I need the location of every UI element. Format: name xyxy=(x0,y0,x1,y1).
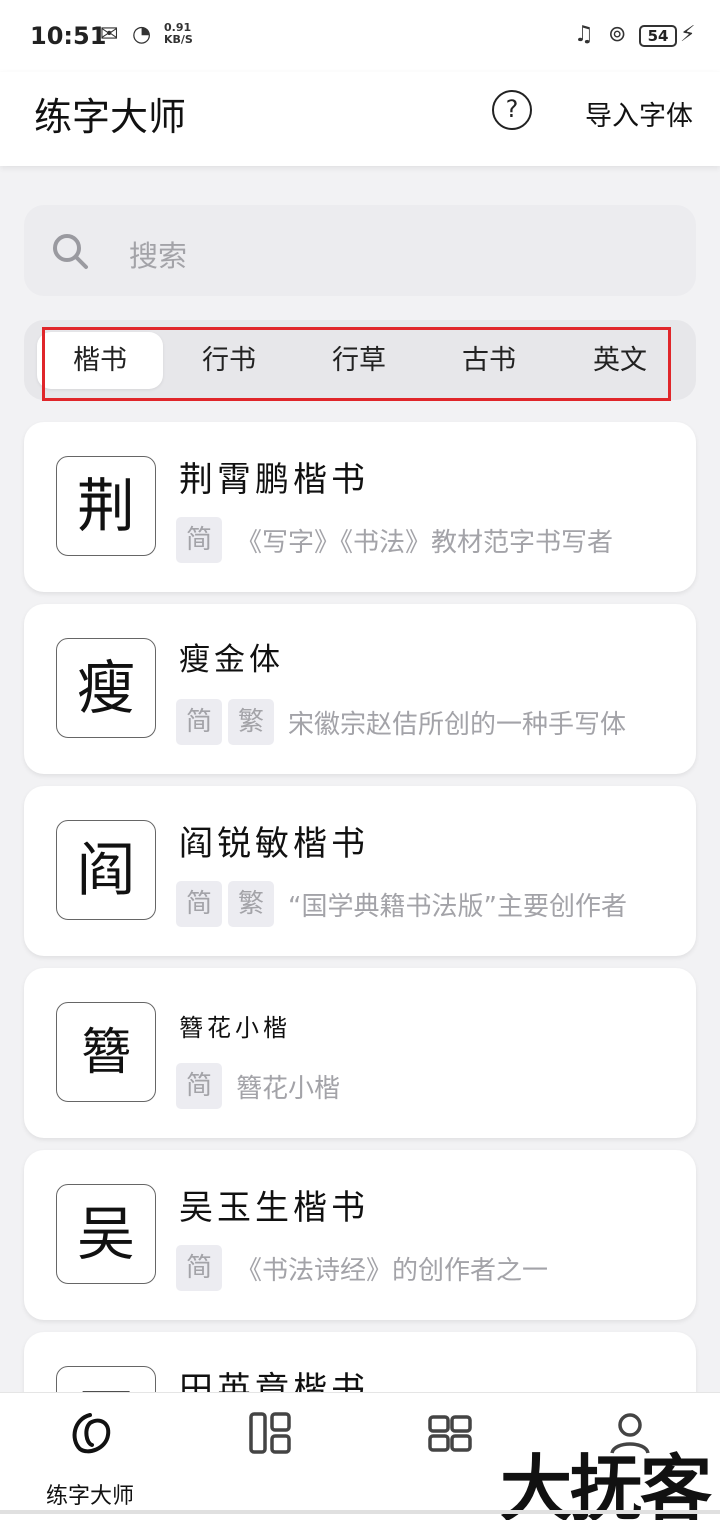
nav-item-profile[interactable] xyxy=(540,1393,720,1520)
tab-english[interactable]: 英文 xyxy=(557,332,683,389)
bottom-nav: 练字大师 xyxy=(0,1392,720,1520)
grid-icon xyxy=(428,1415,472,1452)
font-preview-thumb: 荆 xyxy=(56,456,156,556)
font-tags: 简 《写字》《书法》教材范字书写者 xyxy=(176,517,613,563)
tag-simplified: 简 xyxy=(176,699,222,745)
system-nav-bar xyxy=(0,1510,720,1514)
tab-xingshu[interactable]: 行书 xyxy=(166,332,292,389)
notification-icon: ✉ xyxy=(100,22,119,47)
font-name: 簪花小楷 xyxy=(179,1014,291,1042)
font-description: 《写字》《书法》教材范字书写者 xyxy=(236,527,614,558)
question-circle-icon: ? xyxy=(505,95,519,123)
app-bar: 练字大师 ? 导入字体 xyxy=(0,72,720,166)
font-preview-thumb: 瘦 xyxy=(56,638,156,738)
nav-item-grid[interactable] xyxy=(360,1393,540,1520)
brush-logo-icon xyxy=(72,1413,111,1454)
status-bar: 10:51 ✉ ◔ 0.91 KB/S ♫ ⊚ 54 ⚡ xyxy=(0,0,720,72)
font-description: 宋徽宗赵佶所创的一种手写体 xyxy=(288,709,627,740)
font-card[interactable]: 瘦 瘦金体 简 繁 宋徽宗赵佶所创的一种手写体 xyxy=(24,604,696,774)
wifi-icon: ◔ xyxy=(132,22,152,47)
tag-simplified: 简 xyxy=(176,881,222,927)
font-name: 阎锐敏楷书 xyxy=(179,824,369,864)
font-description: 簪花小楷 xyxy=(236,1073,341,1104)
mute-icon: ♫ xyxy=(574,22,594,47)
network-speed-unit: KB/S xyxy=(164,33,193,46)
font-card[interactable]: 阎 阎锐敏楷书 简 繁 “国学典籍书法版”主要创作者 xyxy=(24,786,696,956)
tab-xingcao[interactable]: 行草 xyxy=(296,332,422,389)
font-card[interactable]: 簪 簪花小楷 简 簪花小楷 xyxy=(24,968,696,1138)
network-speed: 0.91 KB/S xyxy=(164,22,193,46)
font-tags: 简 繁 宋徽宗赵佶所创的一种手写体 xyxy=(176,699,626,745)
charging-icon: ⚡ xyxy=(680,22,696,47)
font-preview-thumb: 阎 xyxy=(56,820,156,920)
battery-indicator: 54 xyxy=(639,25,677,47)
font-card[interactable]: 荆 荆霄鹏楷书 简 《写字》《书法》教材范字书写者 xyxy=(24,422,696,592)
font-tags: 简 《书法诗经》的创作者之一 xyxy=(176,1245,548,1291)
tag-simplified: 简 xyxy=(176,1063,222,1109)
nav-item-layout[interactable] xyxy=(180,1393,360,1520)
font-name: 吴玉生楷书 xyxy=(179,1188,369,1228)
font-card[interactable]: 吴 吴玉生楷书 简 《书法诗经》的创作者之一 xyxy=(24,1150,696,1320)
layout-icon xyxy=(249,1412,291,1454)
nav-label-home: 练字大师 xyxy=(45,1484,134,1509)
help-button[interactable]: ? xyxy=(492,90,532,130)
lock-rotation-icon: ⊚ xyxy=(608,22,627,47)
tab-gushu[interactable]: 古书 xyxy=(426,332,552,389)
search-placeholder: 搜索 xyxy=(129,239,188,273)
font-name: 荆霄鹏楷书 xyxy=(179,460,369,500)
style-tabs: 楷书 行书 行草 古书 英文 xyxy=(24,320,696,400)
profile-icon xyxy=(610,1413,650,1454)
search-input[interactable]: 搜索 xyxy=(24,205,696,296)
status-time: 10:51 xyxy=(30,22,107,50)
tab-kaishu[interactable]: 楷书 xyxy=(37,332,163,389)
font-name: 瘦金体 xyxy=(179,642,284,678)
tag-simplified: 简 xyxy=(176,1245,222,1291)
tag-traditional: 繁 xyxy=(228,699,274,745)
nav-item-home[interactable]: 练字大师 xyxy=(0,1393,180,1520)
app-title: 练字大师 xyxy=(34,95,187,139)
tag-simplified: 简 xyxy=(176,517,222,563)
font-preview-thumb: 簪 xyxy=(56,1002,156,1102)
import-font-button[interactable]: 导入字体 xyxy=(585,94,693,133)
font-tags: 简 繁 “国学典籍书法版”主要创作者 xyxy=(176,881,627,927)
font-description: “国学典籍书法版”主要创作者 xyxy=(288,891,627,922)
font-description: 《书法诗经》的创作者之一 xyxy=(236,1255,549,1286)
font-preview-thumb: 吴 xyxy=(56,1184,156,1284)
tag-traditional: 繁 xyxy=(228,881,274,927)
search-icon xyxy=(53,234,88,269)
font-tags: 简 簪花小楷 xyxy=(176,1063,340,1109)
